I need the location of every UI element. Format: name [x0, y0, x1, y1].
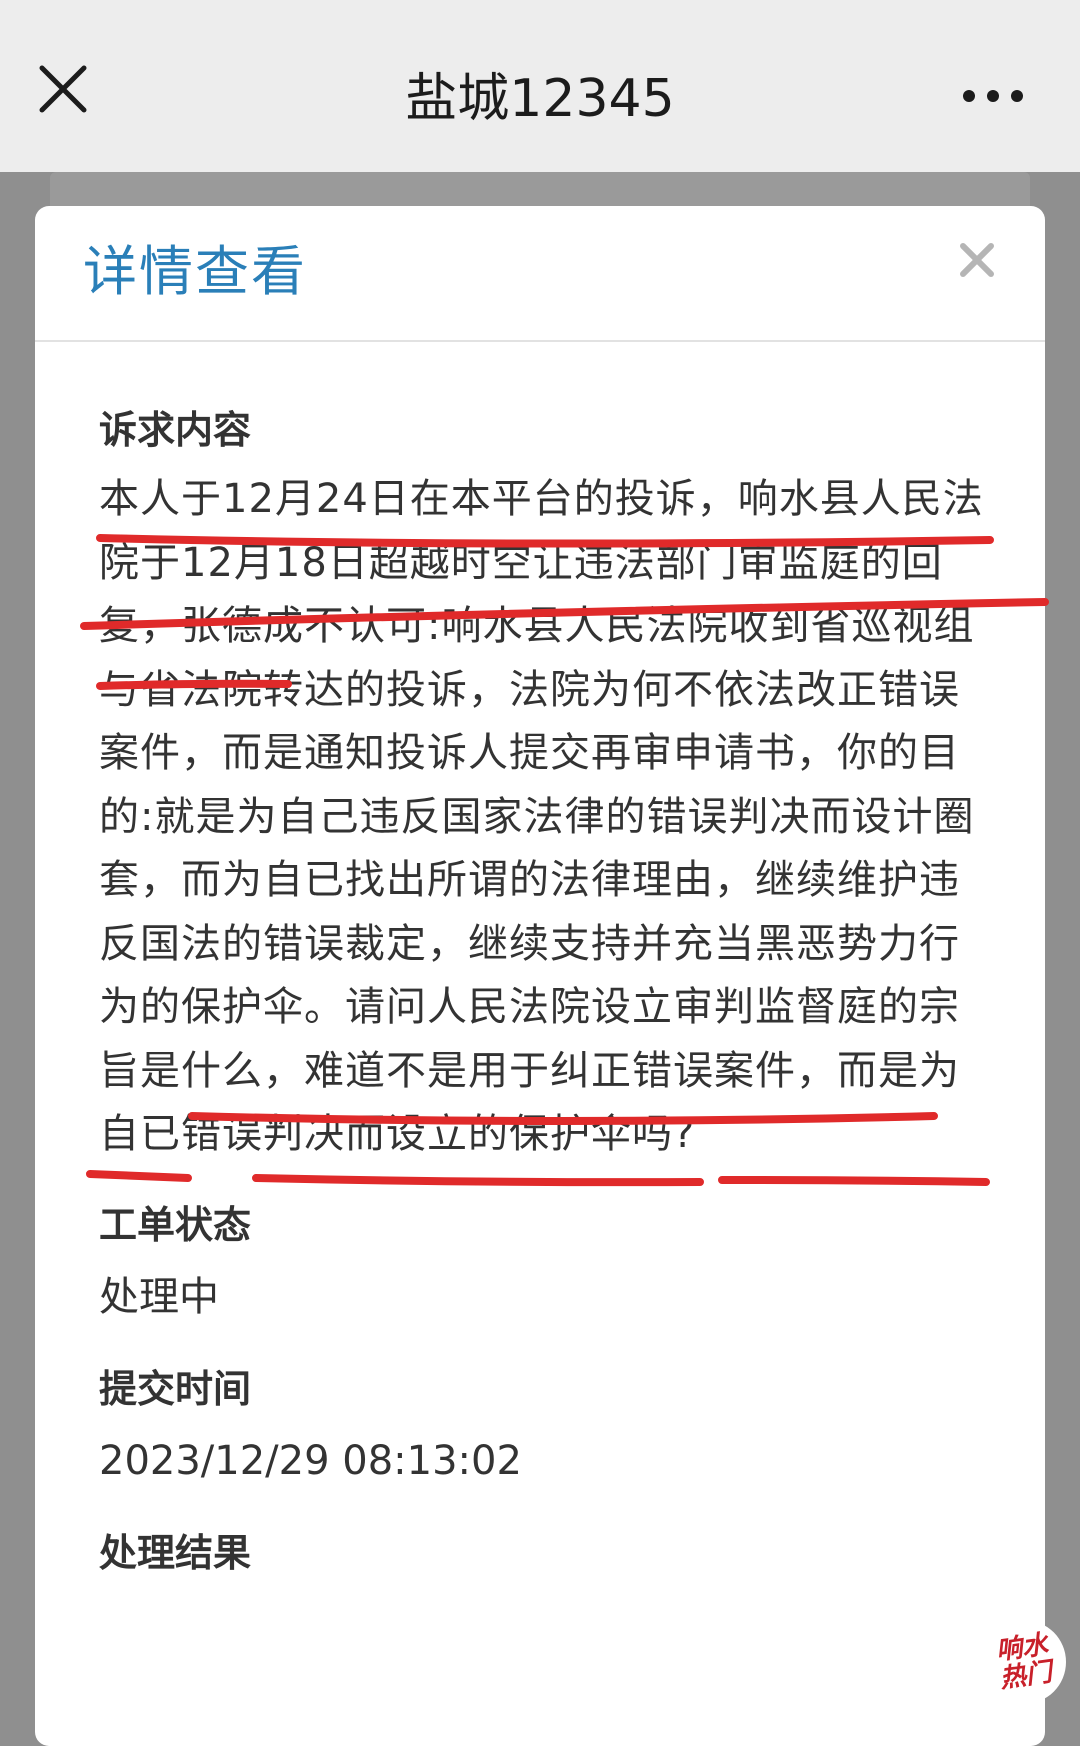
complaint-text: 本人于12月24日在本平台的投诉，响水县人民法院于12月18日超越时空让违法部门…: [99, 476, 984, 1157]
more-dots-icon[interactable]: [960, 78, 1026, 114]
status-value: 处理中: [99, 1273, 219, 1320]
modal-content: 诉求内容 本人于12月24日在本平台的投诉，响水县人民法院于12月18日超越时空…: [99, 402, 999, 1581]
modal-close-icon[interactable]: [957, 240, 997, 280]
submit-time-label: 提交时间: [99, 1366, 252, 1411]
watermark-logo: 响水 热门: [982, 1620, 1066, 1704]
complaint-label: 诉求内容: [99, 408, 252, 452]
result-label: 处理结果: [99, 1530, 252, 1575]
watermark-line2: 热门: [998, 1657, 1054, 1695]
modal-header: 详情查看: [35, 206, 1045, 342]
submit-time-value: 2023/12/29 08:13:02: [99, 1437, 522, 1484]
app-bar: 盐城12345: [0, 0, 1080, 172]
detail-modal: 详情查看 诉求内容 本人于12月24日在本平台的投诉，响水县人民法院于12月18…: [35, 206, 1045, 1746]
status-label: 工单状态: [99, 1202, 252, 1247]
app-title: 盐城12345: [405, 69, 675, 129]
modal-title: 详情查看: [83, 240, 307, 303]
